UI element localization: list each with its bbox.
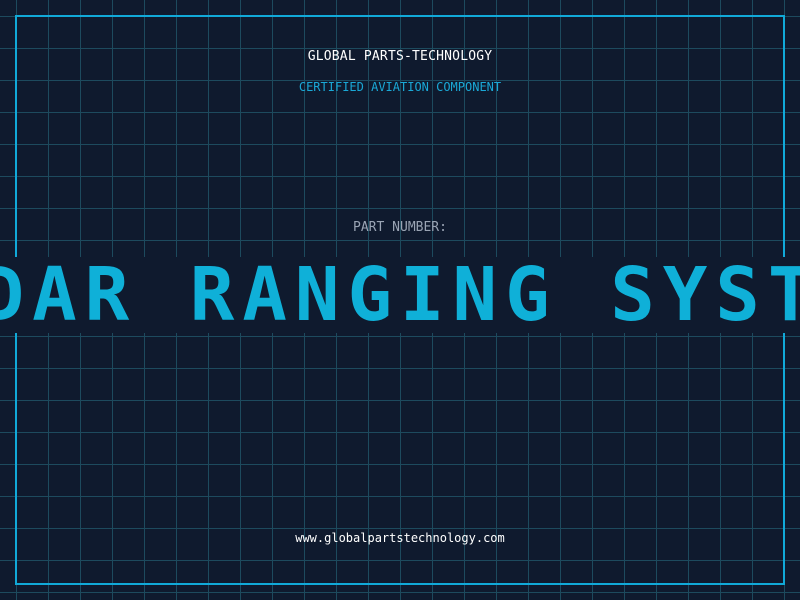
- part-name-band: RADAR RANGING SYSTEM: [0, 257, 800, 333]
- part-number-label: PART NUMBER:: [353, 220, 447, 235]
- website-url: www.globalpartstechnology.com: [295, 531, 505, 545]
- certification-subtitle: CERTIFIED AVIATION COMPONENT: [298, 80, 502, 94]
- part-name: RADAR RANGING SYSTEM: [0, 257, 800, 333]
- label-card: GLOBAL PARTS-TECHNOLOGY CERTIFIED AVIATI…: [0, 0, 800, 600]
- company-name: GLOBAL PARTS-TECHNOLOGY: [307, 49, 493, 64]
